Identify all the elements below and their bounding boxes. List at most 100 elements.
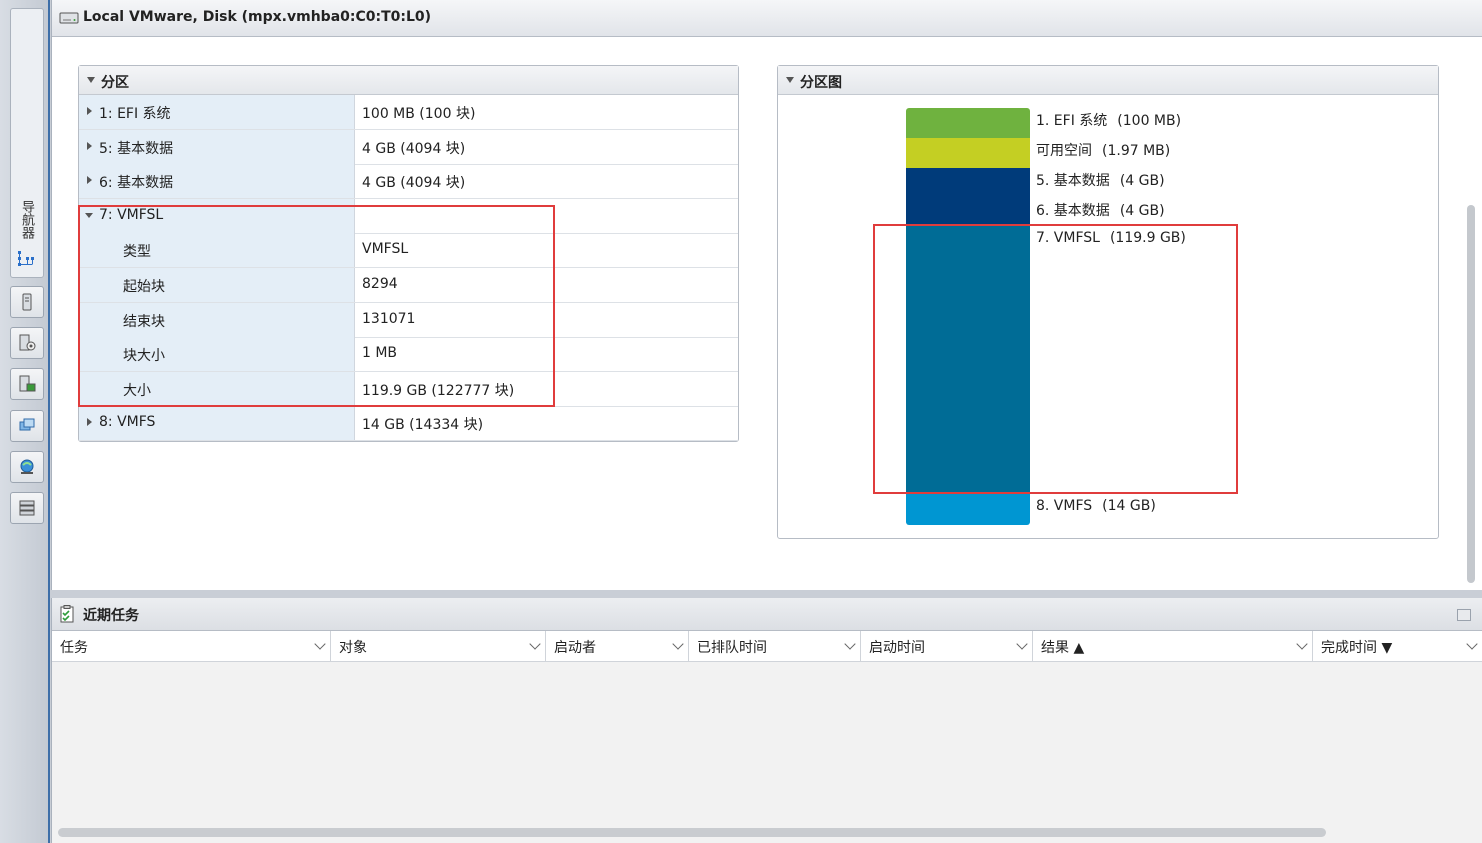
partition-label: 1: EFI 系统	[99, 106, 171, 122]
monitor-icon[interactable]	[10, 368, 44, 400]
expand-caret-icon[interactable]	[87, 107, 92, 115]
partition-value: 100 MB (100 块)	[362, 106, 476, 122]
partition-bar-label: 6. 基本数据 (4 GB)	[1036, 200, 1165, 220]
partition-label: 5: 基本数据	[99, 140, 174, 157]
partition-value: 4 GB (4094 块)	[362, 140, 466, 157]
column-header-label: 对象	[339, 640, 367, 656]
chevron-down-icon[interactable]	[1296, 638, 1308, 650]
tree-icon	[18, 251, 34, 266]
partition-label-cell: 5: 基本数据	[79, 129, 355, 164]
horizontal-scrollbar[interactable]	[58, 828, 1326, 837]
collapse-caret-icon[interactable]	[786, 77, 794, 83]
partition-value: 119.9 GB (122777 块)	[362, 382, 515, 399]
partition-label-cell: 8: VMFS	[79, 406, 355, 441]
partition-bar-label: 1. EFI 系统 (100 MB)	[1036, 110, 1181, 130]
partitions-panel-title: 分区	[101, 75, 129, 91]
partition-label: 类型	[123, 244, 151, 261]
column-header-label: 启动者	[554, 640, 596, 656]
chevron-down-icon[interactable]	[314, 638, 326, 650]
minimize-icon[interactable]	[1457, 609, 1471, 621]
manage-icon[interactable]	[10, 327, 44, 359]
partition-bar-label: 5. 基本数据 (4 GB)	[1036, 170, 1165, 190]
recent-tasks-panel: 近期任务 任务 对象 启动者 已排队时间 启动时间 结果 ▲ 完成时间 ▼	[51, 598, 1482, 843]
partitions-panel: 分区 1: EFI 系统 100 MB (100 块) 5: 基本数据 4 GB (4…	[78, 65, 739, 442]
segment-name: 可用空间	[1036, 143, 1092, 159]
column-header[interactable]: 完成时间 ▼	[1313, 631, 1482, 661]
column-header-label: 任务	[60, 640, 88, 656]
column-header[interactable]: 启动时间	[861, 631, 1033, 661]
partition-detail-row: 大小 119.9 GB (122777 块)	[79, 371, 738, 407]
partitions-panel-header[interactable]: 分区	[79, 66, 738, 95]
partition-value: 4 GB (4094 块)	[362, 175, 466, 192]
partition-value: 131071	[362, 310, 416, 327]
partition-bar-label: 7. VMFSL (119.9 GB)	[1036, 230, 1186, 246]
partition-value: 14 GB (14334 块)	[362, 417, 484, 434]
partition-label: 6: 基本数据	[99, 175, 174, 192]
partition-row[interactable]: 8: VMFS 14 GB (14334 块)	[79, 406, 738, 442]
chevron-down-icon[interactable]	[1016, 638, 1028, 650]
partition-label: 大小	[123, 382, 151, 399]
partition-detail-row: 起始块 8294	[79, 268, 738, 303]
partition-bar-segment[interactable]	[906, 138, 1030, 168]
partition-label-cell: 结束块	[79, 302, 355, 337]
disk-icon	[59, 12, 79, 24]
segment-size: (100 MB)	[1117, 113, 1182, 129]
partition-bar-label: 可用空间 (1.97 MB)	[1036, 140, 1170, 160]
partition-bar-segment[interactable]	[906, 492, 1030, 525]
chevron-down-icon[interactable]	[844, 638, 856, 650]
vertical-scrollbar[interactable]	[1467, 205, 1475, 583]
expand-caret-icon[interactable]	[87, 418, 92, 427]
column-header[interactable]: 任务	[52, 631, 331, 661]
tasks-clipboard-icon	[60, 605, 74, 623]
partition-label-cell: 大小	[79, 371, 355, 406]
column-header-label: 启动时间	[869, 640, 925, 656]
partition-row[interactable]: 5: 基本数据 4 GB (4094 块)	[79, 129, 738, 165]
partition-bar-segment[interactable]	[906, 168, 1030, 198]
column-header[interactable]: 对象	[331, 631, 546, 661]
host-icon[interactable]	[10, 286, 44, 318]
network-icon[interactable]	[10, 451, 44, 483]
page-title: Local VMware, Disk (mpx.vmhba0:C0:T0:L0)	[83, 9, 432, 25]
column-header-label: 已排队时间	[697, 640, 767, 656]
partition-label-cell: 类型	[79, 233, 355, 268]
segment-name: 1. EFI 系统	[1036, 113, 1108, 129]
expand-caret-icon[interactable]	[87, 176, 92, 185]
chevron-down-icon[interactable]	[529, 638, 541, 650]
partition-label: 7: VMFSL	[99, 206, 164, 223]
partition-map-panel-title: 分区图	[800, 75, 842, 91]
expanded-caret-icon[interactable]	[85, 212, 93, 218]
partition-bar-label: 8. VMFS (14 GB)	[1036, 498, 1156, 514]
partition-value: 1 MB	[362, 345, 398, 362]
partition-map-panel-header[interactable]: 分区图	[778, 66, 1438, 95]
navigator-strip: 导航器	[0, 0, 50, 843]
recent-tasks-header: 近期任务	[52, 598, 1482, 631]
recent-tasks-title: 近期任务	[83, 608, 139, 624]
tasks-column-headers: 任务 对象 启动者 已排队时间 启动时间 结果 ▲ 完成时间 ▼	[52, 631, 1482, 662]
partition-bar-segment[interactable]	[906, 198, 1030, 224]
column-header[interactable]: 已排队时间	[689, 631, 861, 661]
partition-bar-segment[interactable]	[906, 224, 1030, 492]
main-header: Local VMware, Disk (mpx.vmhba0:C0:T0:L0)	[52, 0, 1482, 37]
partition-value: VMFSL	[362, 241, 409, 258]
segment-size: (4 GB)	[1119, 203, 1165, 219]
partition-label-cell: 块大小	[79, 337, 355, 372]
partition-row[interactable]: 7: VMFSL	[79, 198, 738, 234]
storage-icon[interactable]	[10, 492, 44, 524]
main-panel: Local VMware, Disk (mpx.vmhba0:C0:T0:L0)…	[51, 0, 1482, 590]
partition-row[interactable]: 1: EFI 系统 100 MB (100 块)	[79, 95, 738, 130]
segment-size: (14 GB)	[1102, 498, 1156, 514]
segment-name: 6. 基本数据	[1036, 203, 1110, 219]
expand-caret-icon[interactable]	[87, 141, 92, 150]
partition-label-cell: 7: VMFSL	[79, 198, 355, 233]
partition-label-cell: 6: 基本数据	[79, 164, 355, 199]
column-header[interactable]: 启动者	[546, 631, 689, 661]
segment-name: 5. 基本数据	[1036, 173, 1110, 189]
partition-bar-segment[interactable]	[906, 108, 1030, 138]
column-header[interactable]: 结果 ▲	[1033, 631, 1313, 661]
partition-row[interactable]: 6: 基本数据 4 GB (4094 块)	[79, 164, 738, 200]
chevron-down-icon[interactable]	[672, 638, 684, 650]
partition-detail-row: 块大小 1 MB	[79, 337, 738, 373]
chevron-down-icon[interactable]	[1466, 638, 1478, 650]
collapse-caret-icon[interactable]	[87, 77, 95, 83]
vm-icon[interactable]	[10, 410, 44, 442]
